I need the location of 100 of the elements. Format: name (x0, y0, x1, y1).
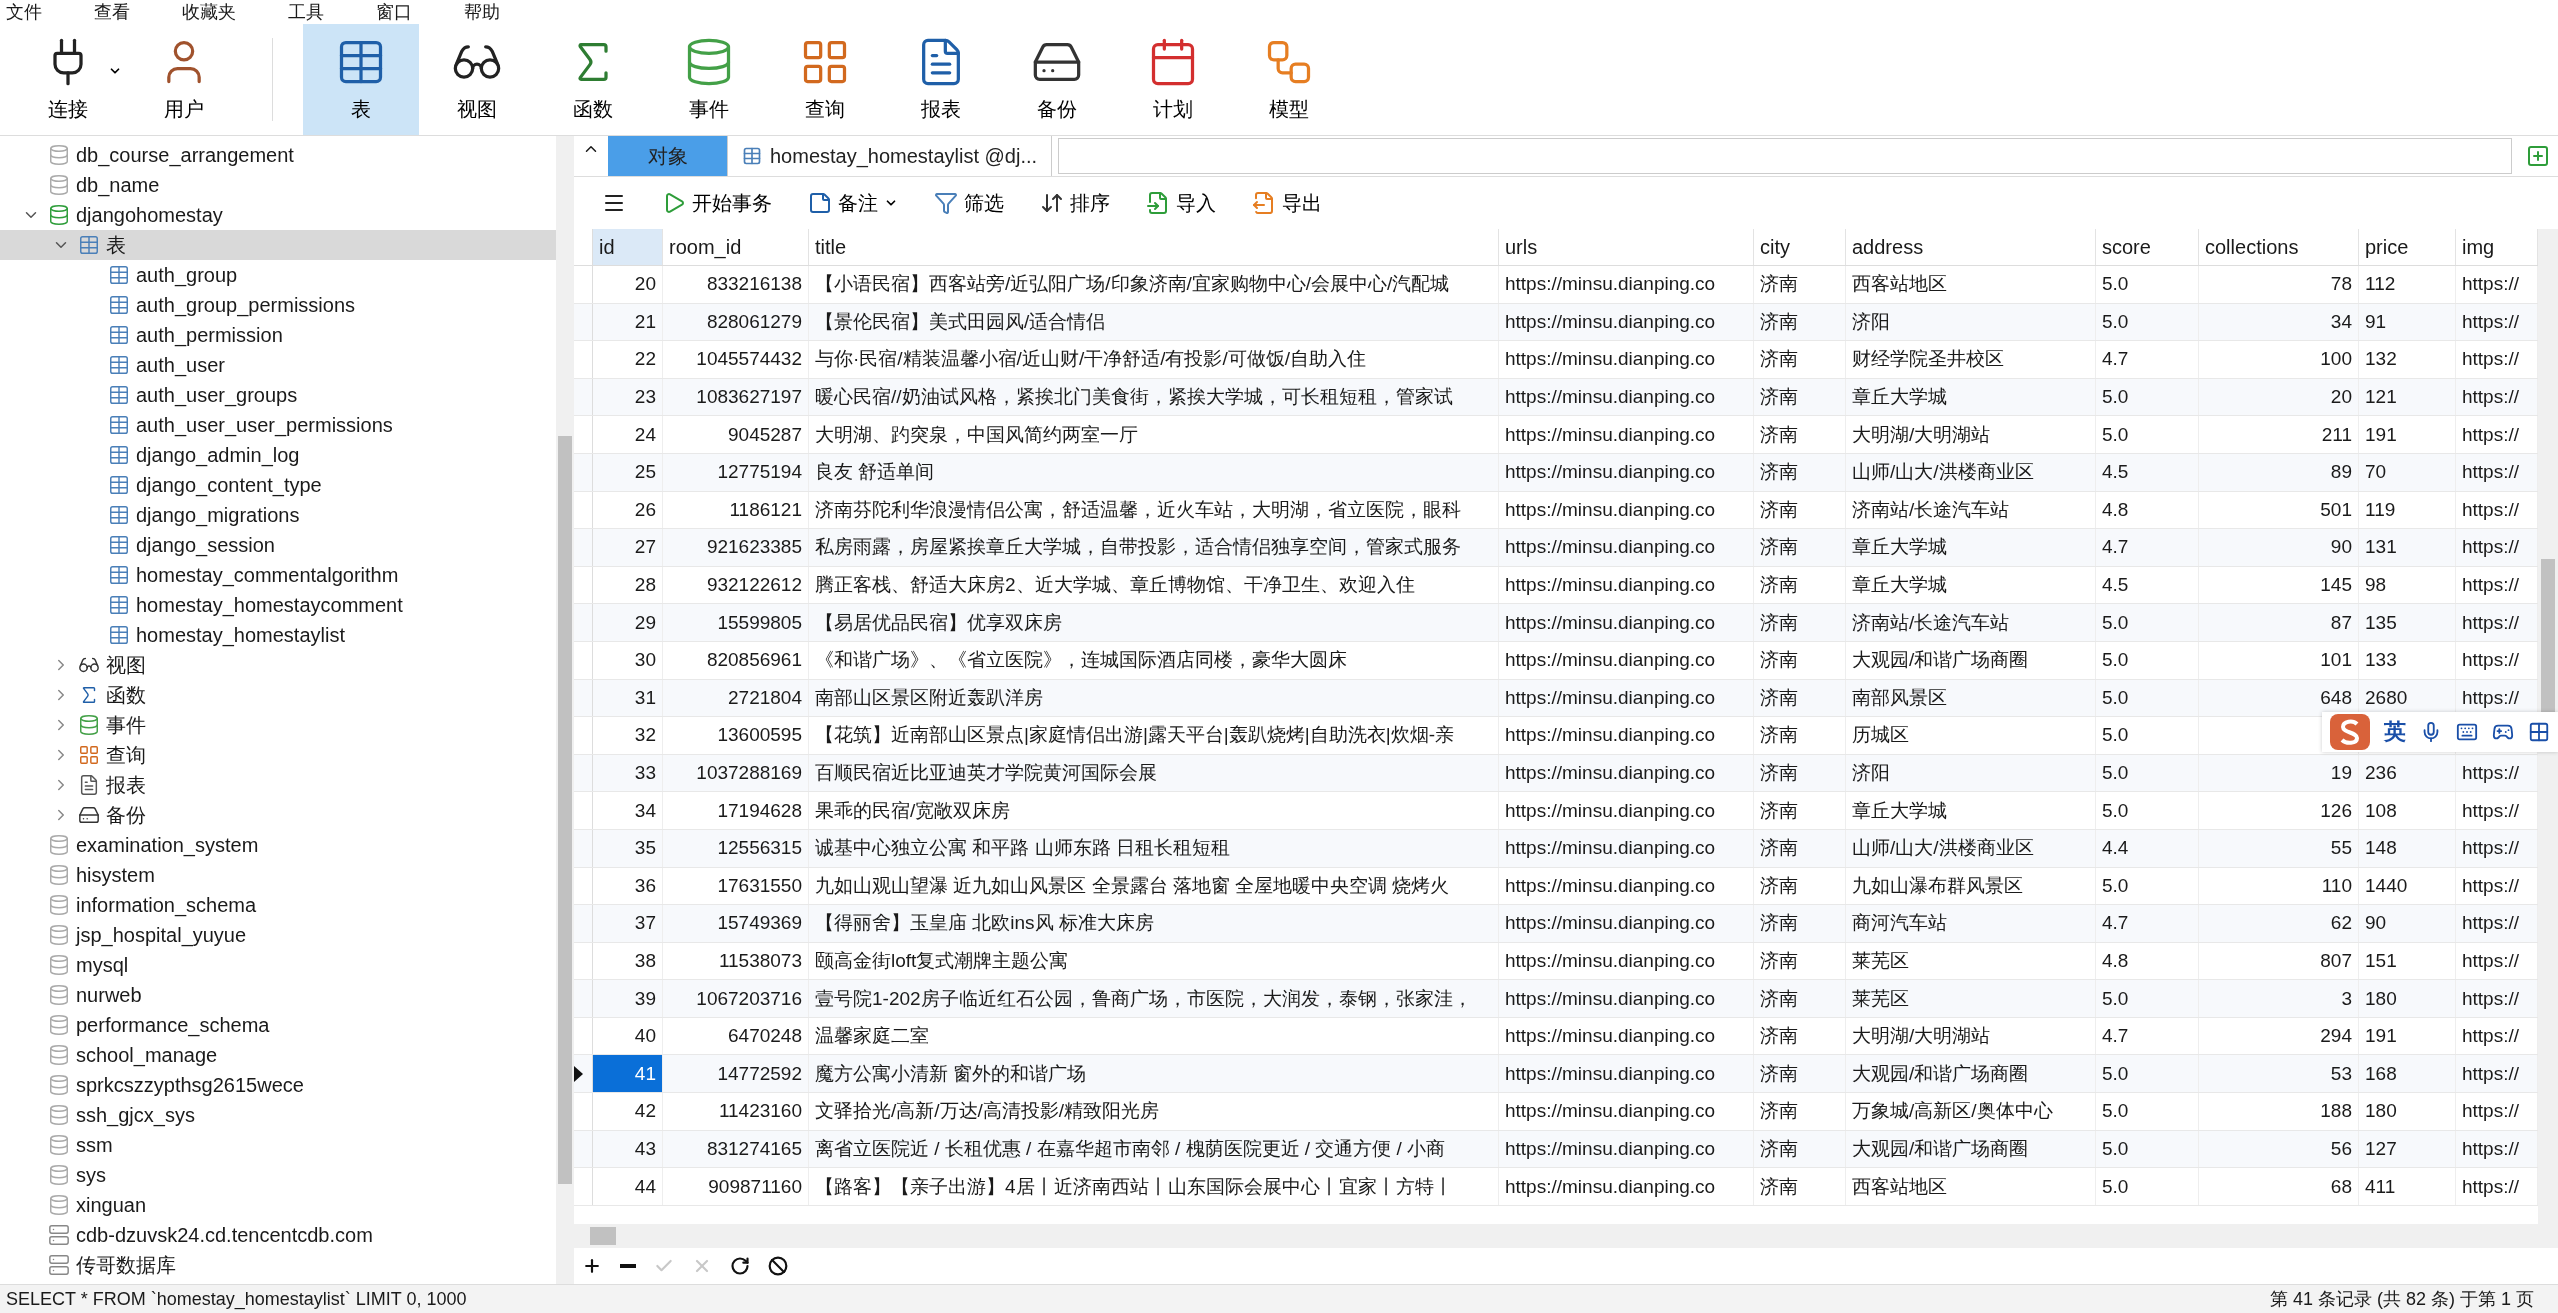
tree-item[interactable]: 表 (0, 230, 556, 260)
tree-item[interactable]: 传哥数据库 (0, 1250, 556, 1280)
tree-item[interactable]: django_admin_log (0, 440, 556, 470)
tree-item[interactable]: 报表 (0, 770, 556, 800)
table-cell: 13600595 (663, 717, 809, 754)
scrollbar[interactable] (556, 136, 574, 1284)
record-button[interactable] (766, 1254, 790, 1278)
table-cell: 5.0 (2096, 754, 2199, 792)
table-cell: https://minsu.dianping.co (1499, 378, 1754, 416)
toolbar-button[interactable]: 报表 (883, 24, 999, 135)
tree-item[interactable]: auth_user_user_permissions (0, 410, 556, 440)
tree-item[interactable]: db_course_arrangement (0, 140, 556, 170)
menu-item[interactable]: 文件 (6, 0, 42, 24)
tree-label: hisystem (76, 863, 155, 887)
tree-item[interactable]: django_migrations (0, 500, 556, 530)
tree-item[interactable]: sprkcszzypthsg2615wece (0, 1070, 556, 1100)
tree-item[interactable]: auth_user (0, 350, 556, 380)
toolbar-button[interactable]: 备份 (999, 24, 1115, 135)
table-cell: 100 (2199, 341, 2359, 378)
table-cell: 23 (593, 378, 663, 416)
toolbar-button[interactable]: 查询 (767, 24, 883, 135)
tree-item[interactable]: homestay_homestaylist (0, 620, 556, 650)
database-icon (48, 834, 70, 856)
menu-item[interactable]: 收藏夹 (182, 0, 236, 24)
column-header[interactable]: id (593, 229, 663, 265)
table-cell: 127 (2359, 1130, 2456, 1168)
tree-item[interactable]: 备份 (0, 800, 556, 830)
tree-label: django_admin_log (136, 443, 300, 467)
table-cell: https://minsu.dianping.co (1499, 1130, 1754, 1168)
tree-item[interactable]: hisystem (0, 860, 556, 890)
table-cell: 济南 (1754, 341, 1846, 378)
action-button[interactable]: 排序 (1036, 185, 1114, 221)
tree-item[interactable]: school_manage (0, 1040, 556, 1070)
table-cell: 501 (2199, 491, 2359, 529)
tree-item[interactable]: ssm (0, 1130, 556, 1160)
menu-item[interactable]: 窗口 (376, 0, 412, 24)
tab[interactable]: 对象 (608, 136, 728, 176)
table-cell: 828061279 (663, 303, 809, 341)
filter-icon (934, 191, 958, 215)
action-button[interactable]: 备注 (804, 185, 902, 221)
table-cell: 济南 (1754, 604, 1846, 641)
tree-item[interactable]: homestay_commentalgorithm (0, 560, 556, 590)
tree-item[interactable]: django_content_type (0, 470, 556, 500)
keyboard-icon[interactable] (2456, 721, 2478, 743)
tree-item[interactable]: homestay_homestaycomment (0, 590, 556, 620)
tree-item[interactable]: mysql (0, 950, 556, 980)
toolbar-button[interactable]: 模型 (1231, 24, 1347, 135)
tree-item[interactable]: xinguan (0, 1190, 556, 1220)
scrollbar[interactable] (574, 1224, 2558, 1248)
menu-item[interactable]: 查看 (94, 0, 130, 24)
action-button[interactable]: 筛选 (930, 185, 1008, 221)
tree-item[interactable]: 视图 (0, 650, 556, 680)
toolbar-button[interactable]: 事件 (651, 24, 767, 135)
action-button[interactable]: 导出 (1248, 185, 1326, 221)
table-cell: 11423160 (663, 1093, 809, 1130)
tree-item[interactable]: 函数 (0, 680, 556, 710)
tree-item[interactable]: auth_user_groups (0, 380, 556, 410)
table-cell: 53 (2199, 1055, 2359, 1093)
tree-label: auth_group_permissions (136, 293, 356, 317)
toolbar-button[interactable]: 连接 (10, 24, 126, 135)
server-icon (48, 1224, 70, 1246)
table-cell: 89 (2199, 453, 2359, 491)
toolbar-button[interactable]: 计划 (1115, 24, 1231, 135)
tree-item[interactable]: examination_system (0, 830, 556, 860)
menu-item[interactable]: 帮助 (464, 0, 500, 24)
tree-item[interactable]: jsp_hospital_yuyue (0, 920, 556, 950)
grid-icon[interactable] (2528, 721, 2550, 743)
toolbar-button[interactable]: 视图 (419, 24, 535, 135)
tree-label: auth_user_groups (136, 383, 298, 407)
tree-item[interactable]: auth_group (0, 260, 556, 290)
table-cell: 5.0 (2096, 717, 2199, 754)
record-button[interactable] (618, 1262, 638, 1270)
tree-item[interactable]: django_session (0, 530, 556, 560)
tree-item[interactable]: auth_permission (0, 320, 556, 350)
table-cell: 大观园/和谐广场商圈 (1846, 1055, 2096, 1093)
tree-item[interactable]: ssh_gjcx_sys (0, 1100, 556, 1130)
tree-item[interactable]: cdb-dzuvsk24.cd.tencentcdb.com (0, 1220, 556, 1250)
tree-item[interactable]: 事件 (0, 710, 556, 740)
tree-item[interactable]: sys (0, 1160, 556, 1190)
tree-item[interactable]: 查询 (0, 740, 556, 770)
tree-item[interactable]: nurweb (0, 980, 556, 1010)
ime-mode[interactable]: 英 (2384, 717, 2406, 747)
tree-item[interactable]: auth_group_permissions (0, 290, 556, 320)
tree-item[interactable]: djangohomestay (0, 200, 556, 230)
tree-label: homestay_homestaylist (136, 623, 345, 647)
toolbar-button[interactable]: 函数 (535, 24, 651, 135)
table-cell: 110 (2199, 867, 2359, 905)
scrollbar[interactable] (2538, 229, 2558, 1224)
tree-item[interactable]: information_schema (0, 890, 556, 920)
report-icon (78, 774, 100, 796)
table-cell: 41 (593, 1055, 663, 1093)
action-button[interactable]: 开始事务 (658, 185, 776, 221)
table-cell: 35 (593, 829, 663, 867)
tree-item[interactable]: performance_schema (0, 1010, 556, 1040)
toolbar-button[interactable]: 用户 (126, 24, 242, 135)
toolbar-button[interactable]: 表 (303, 24, 419, 135)
action-button[interactable]: 导入 (1142, 185, 1220, 221)
menu-item[interactable]: 工具 (288, 0, 324, 24)
tree-item[interactable]: db_name (0, 170, 556, 200)
table-cell: 135 (2359, 604, 2456, 641)
